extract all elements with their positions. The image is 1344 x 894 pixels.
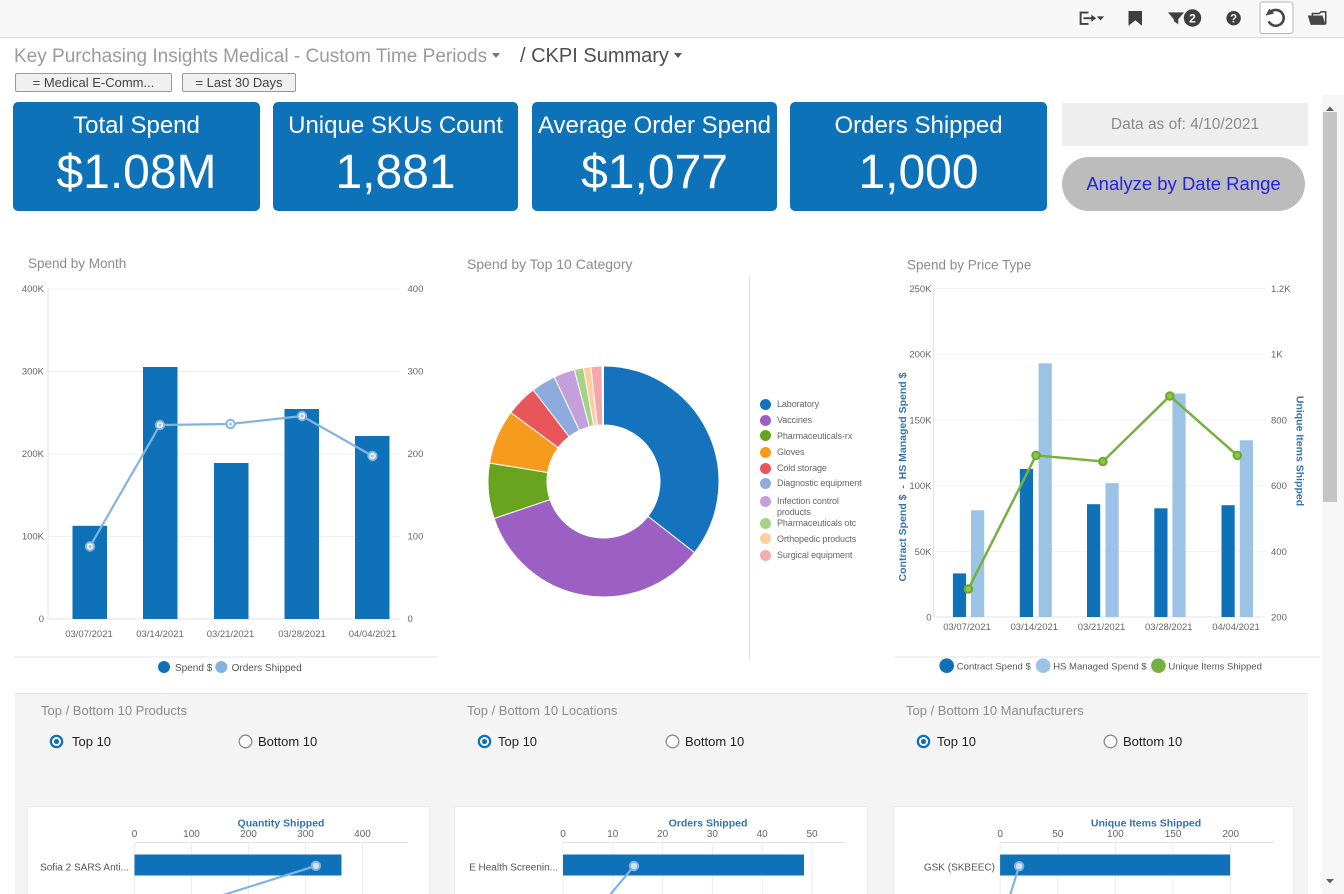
svg-text:Orders Shipped: Orders Shipped — [669, 818, 748, 830]
svg-text:0: 0 — [408, 614, 413, 625]
svg-text:200K: 200K — [909, 350, 932, 361]
svg-text:03/07/2021: 03/07/2021 — [943, 622, 991, 633]
svg-text:Spend by Month: Spend by Month — [28, 256, 126, 271]
svg-text:400: 400 — [1271, 547, 1287, 558]
svg-text:0: 0 — [997, 829, 1003, 840]
svg-text:200: 200 — [1271, 613, 1287, 624]
svg-text:300K: 300K — [22, 367, 45, 378]
svg-text:150K: 150K — [909, 416, 932, 427]
svg-text:03/14/2021: 03/14/2021 — [1011, 622, 1059, 633]
svg-text:Top 10: Top 10 — [498, 734, 537, 749]
svg-text:0: 0 — [39, 614, 44, 625]
svg-text:400: 400 — [408, 284, 424, 295]
svg-text:600: 600 — [1271, 481, 1287, 492]
svg-text:Spend by Top 10 Category: Spend by Top 10 Category — [467, 256, 633, 272]
svg-text:1K: 1K — [1271, 350, 1283, 361]
svg-text:HS Managed Spend $: HS Managed Spend $ — [1053, 662, 1147, 673]
svg-text:Bottom 10: Bottom 10 — [685, 734, 744, 749]
svg-text:?: ? — [1230, 13, 1237, 25]
svg-text:03/21/2021: 03/21/2021 — [1078, 622, 1126, 633]
svg-text:20: 20 — [657, 829, 669, 840]
svg-text:Orders Shipped: Orders Shipped — [232, 663, 302, 674]
svg-text:Sofia 2 SARS Anti...: Sofia 2 SARS Anti... — [40, 863, 129, 874]
svg-text:100: 100 — [1107, 829, 1124, 840]
svg-text:150: 150 — [1165, 829, 1182, 840]
svg-text:30: 30 — [707, 829, 719, 840]
svg-text:200: 200 — [408, 449, 424, 460]
svg-text:2: 2 — [1189, 11, 1196, 25]
svg-text:Contract Spend $: Contract Spend $ — [957, 662, 1032, 673]
svg-text:03/14/2021: 03/14/2021 — [136, 629, 184, 640]
svg-text:200K: 200K — [22, 449, 45, 460]
svg-text:0: 0 — [132, 829, 138, 840]
svg-text:100: 100 — [408, 532, 424, 543]
svg-text:250K: 250K — [909, 284, 932, 295]
svg-text:04/04/2021: 04/04/2021 — [1212, 622, 1260, 633]
svg-text:100K: 100K — [22, 532, 45, 543]
svg-text:Unique Items Shipped: Unique Items Shipped — [1294, 396, 1306, 506]
svg-text:Spend $: Spend $ — [175, 663, 213, 674]
svg-text:0: 0 — [560, 829, 566, 840]
svg-text:03/28/2021: 03/28/2021 — [1145, 622, 1193, 633]
svg-text:10: 10 — [607, 829, 619, 840]
svg-text:Unique Items Shipped: Unique Items Shipped — [1168, 662, 1261, 673]
svg-text:Spend by Price Type: Spend by Price Type — [907, 258, 1031, 273]
svg-text:50: 50 — [1052, 829, 1064, 840]
svg-text:50K: 50K — [915, 547, 933, 558]
svg-text:Bottom 10: Bottom 10 — [258, 734, 317, 749]
svg-text:Top 10: Top 10 — [937, 734, 976, 749]
svg-text:GSK (SKBEEC): GSK (SKBEEC) — [924, 863, 995, 874]
svg-text:03/21/2021: 03/21/2021 — [207, 629, 255, 640]
svg-text:03/07/2021: 03/07/2021 — [65, 629, 113, 640]
svg-text:Bottom 10: Bottom 10 — [1123, 734, 1182, 749]
svg-text:Quantity Shipped: Quantity Shipped — [238, 818, 325, 830]
svg-text:Unique Items Shipped: Unique Items Shipped — [1091, 818, 1201, 830]
svg-text:800: 800 — [1271, 416, 1287, 427]
svg-text:100: 100 — [183, 829, 200, 840]
svg-text:0: 0 — [926, 613, 931, 624]
svg-text:300: 300 — [408, 367, 424, 378]
svg-text:200: 200 — [240, 829, 257, 840]
svg-text:400: 400 — [354, 829, 371, 840]
svg-text:40: 40 — [757, 829, 769, 840]
svg-text:04/04/2021: 04/04/2021 — [349, 629, 397, 640]
svg-text:E Health Screenin...: E Health Screenin... — [469, 863, 558, 874]
svg-text:Top 10: Top 10 — [72, 734, 111, 749]
svg-text:300: 300 — [297, 829, 314, 840]
svg-text:50: 50 — [806, 829, 818, 840]
svg-text:1.2K: 1.2K — [1271, 284, 1291, 295]
svg-text:03/28/2021: 03/28/2021 — [278, 629, 326, 640]
svg-text:Contract Spend $ - HS Manage: Contract Spend $ - HS Managed Spend $ — [897, 372, 909, 581]
svg-text:400K: 400K — [22, 284, 45, 295]
svg-text:100K: 100K — [909, 481, 932, 492]
svg-text:200: 200 — [1222, 829, 1239, 840]
